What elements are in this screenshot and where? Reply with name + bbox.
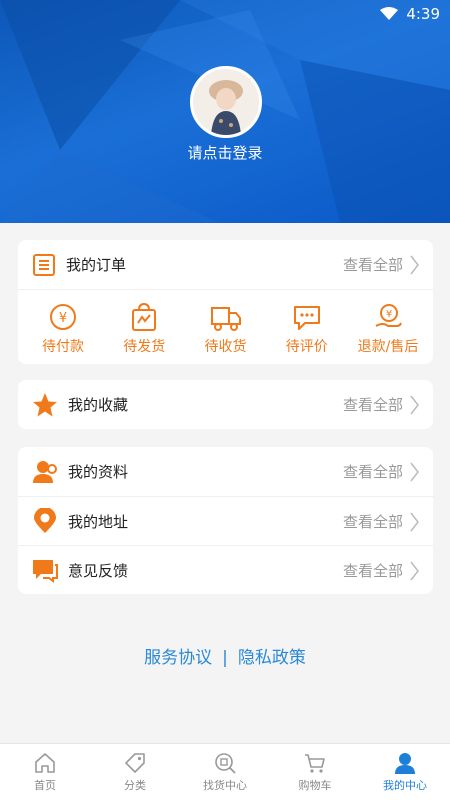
profile-info-title: 我的资料 (68, 463, 129, 481)
search-goods-icon (215, 753, 236, 774)
avatar[interactable] (190, 66, 262, 138)
order-pending-review[interactable]: 待评价 (272, 302, 342, 364)
favorites-card: 我的收藏 查看全部 (18, 380, 433, 429)
tab-home[interactable]: 首页 (0, 744, 90, 800)
order-refund[interactable]: ¥ 退款/售后 (353, 302, 423, 364)
footer-links: 服务协议 | 隐私政策 (0, 643, 450, 668)
order-pending-shipment[interactable]: 待发货 (109, 302, 179, 364)
address-row[interactable]: 我的地址 查看全部 (18, 496, 433, 545)
feedback-view-all[interactable]: 查看全部 (343, 560, 403, 581)
feedback-icon (33, 560, 58, 583)
profile-info-view-all[interactable]: 查看全部 (343, 461, 403, 482)
pending-payment-icon: ¥ (50, 304, 76, 330)
account-card: 我的资料 查看全部 我的地址 查看全部 意见反馈 查看全部 (18, 447, 433, 594)
link-separator: | (222, 648, 228, 668)
order-refund-label: 退款/售后 (357, 339, 419, 355)
tab-sourcing-center[interactable]: 找货中心 (180, 744, 270, 800)
orders-view-all[interactable]: 查看全部 (343, 254, 403, 275)
location-icon (34, 508, 56, 533)
feedback-title: 意见反馈 (68, 561, 129, 580)
chevron-right-icon (410, 462, 419, 482)
chevron-right-icon (410, 255, 419, 275)
tab-sourcing-center-label: 找货中心 (203, 779, 247, 792)
tab-home-label: 首页 (34, 779, 56, 792)
favorites-title: 我的收藏 (68, 396, 129, 414)
order-status-bar: ¥ 待付款 待发货 待收货 待评价 ¥ 退款/售后 (18, 289, 433, 364)
refund-icon: ¥ (375, 304, 402, 327)
terms-link[interactable]: 服务协议 (144, 648, 212, 668)
order-pending-receipt[interactable]: 待收货 (191, 302, 261, 364)
order-pending-shipment-label: 待发货 (123, 339, 166, 355)
svg-text:¥: ¥ (386, 309, 392, 320)
star-icon (33, 392, 57, 416)
bottom-tab-bar: 首页 分类 找货中心 购物车 我的中心 (0, 743, 450, 800)
wifi-icon (380, 7, 399, 20)
address-title: 我的地址 (68, 512, 129, 531)
chevron-right-icon (410, 512, 419, 532)
svg-text:¥: ¥ (59, 311, 67, 326)
comment-icon (293, 306, 320, 330)
feedback-row[interactable]: 意见反馈 查看全部 (18, 545, 433, 594)
pending-shipment-icon (132, 302, 157, 331)
orders-title: 我的订单 (66, 256, 127, 274)
order-pending-review-label: 待评价 (285, 339, 328, 355)
tab-my-center-label: 我的中心 (383, 779, 427, 792)
order-list-icon (33, 253, 55, 276)
profile-icon (33, 460, 57, 483)
address-view-all[interactable]: 查看全部 (343, 511, 403, 532)
favorites-view-all[interactable]: 查看全部 (343, 394, 403, 415)
tab-category[interactable]: 分类 (90, 744, 180, 800)
chevron-right-icon (410, 561, 419, 581)
tag-icon (125, 753, 145, 773)
order-pending-receipt-label: 待收货 (204, 339, 247, 355)
truck-icon (210, 307, 241, 331)
privacy-link[interactable]: 隐私政策 (238, 648, 306, 668)
tab-my-center[interactable]: 我的中心 (360, 744, 450, 800)
profile-info-row[interactable]: 我的资料 查看全部 (18, 447, 433, 496)
profile-header: 4:39 请点击登录 (0, 0, 450, 223)
cart-icon (305, 754, 325, 773)
user-icon (395, 753, 415, 774)
order-pending-payment[interactable]: ¥ 待付款 (28, 302, 98, 364)
avatar-image (193, 69, 259, 135)
tab-cart-label: 购物车 (298, 779, 332, 792)
tab-category-label: 分类 (124, 779, 146, 792)
status-time: 4:39 (406, 5, 440, 23)
tab-cart[interactable]: 购物车 (270, 744, 360, 800)
login-prompt[interactable]: 请点击登录 (0, 142, 450, 163)
favorites-row[interactable]: 我的收藏 查看全部 (18, 380, 433, 429)
orders-row[interactable]: 我的订单 查看全部 (18, 240, 433, 289)
orders-card: 我的订单 查看全部 ¥ 待付款 待发货 待收货 待评价 ¥ 退款/售后 (18, 240, 433, 364)
order-pending-payment-label: 待付款 (42, 339, 84, 355)
chevron-right-icon (410, 395, 419, 415)
status-bar: 4:39 (380, 5, 440, 23)
home-icon (35, 753, 55, 773)
